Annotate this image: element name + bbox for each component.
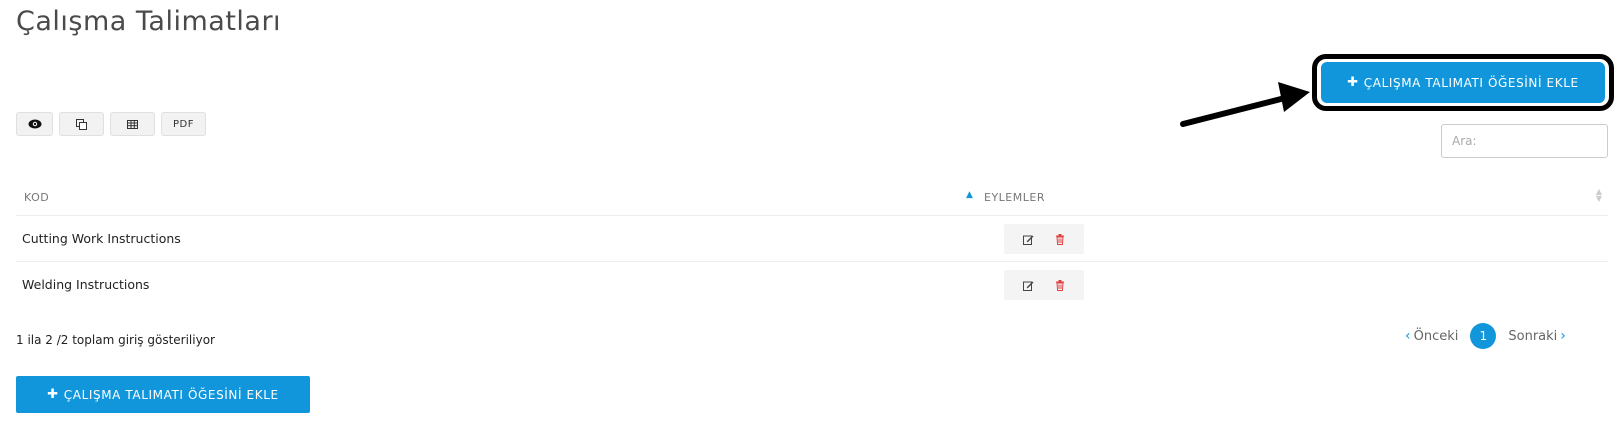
- add-button-label: ÇALIŞMA TALIMATI ÖĞESİNİ EKLE: [63, 387, 279, 402]
- plus-icon: ✚: [47, 387, 59, 402]
- column-visibility-button[interactable]: [16, 112, 53, 136]
- add-button-label: ÇALIŞMA TALIMATI ÖĞESİNİ EKLE: [1363, 75, 1579, 90]
- edit-icon[interactable]: [1018, 275, 1038, 295]
- cell-kod: Welding Instructions: [22, 277, 150, 292]
- chevron-left-icon: ‹: [1405, 328, 1411, 344]
- edit-icon[interactable]: [1018, 229, 1038, 249]
- sort-ascending-icon[interactable]: ▲: [966, 190, 973, 200]
- pagination-next-label: Sonraki: [1508, 328, 1558, 344]
- add-work-instruction-button-bottom[interactable]: ✚ ÇALIŞMA TALIMATI ÖĞESİNİ EKLE: [16, 376, 310, 413]
- column-header-eylemler[interactable]: EYLEMLER: [984, 191, 1045, 204]
- row-actions: [1004, 270, 1084, 300]
- table-csv-icon: [127, 119, 138, 129]
- copy-icon: [76, 118, 87, 130]
- table-row: Welding Instructions: [16, 262, 1608, 308]
- pagination: ‹ Önceki 1 Sonraki ›: [1405, 323, 1566, 349]
- plus-icon: ✚: [1347, 75, 1359, 90]
- table-info: 1 ila 2 /2 toplam giriş gösteriliyor: [16, 333, 215, 347]
- pagination-next[interactable]: Sonraki ›: [1508, 328, 1566, 344]
- chevron-right-icon: ›: [1560, 328, 1566, 344]
- trash-icon[interactable]: [1050, 229, 1070, 249]
- eye-icon: [28, 119, 41, 129]
- export-toolbar: PDF: [16, 112, 206, 136]
- search-input[interactable]: [1441, 124, 1608, 158]
- sort-both-icon[interactable]: ▲ ▼: [1596, 188, 1602, 203]
- copy-button[interactable]: [59, 112, 104, 136]
- work-instructions-table: KOD ▲ EYLEMLER ▲ ▼ Cutting Work Instructi…: [16, 178, 1608, 308]
- page-title: Çalışma Talimatları: [16, 6, 282, 37]
- pagination-previous-label: Önceki: [1413, 328, 1459, 344]
- pagination-page-current[interactable]: 1: [1470, 323, 1497, 349]
- add-work-instruction-button-top[interactable]: ✚ ÇALIŞMA TALIMATI ÖĞESİNİ EKLE: [1321, 62, 1605, 103]
- csv-export-button[interactable]: [110, 112, 155, 136]
- pdf-export-button[interactable]: PDF: [161, 112, 206, 136]
- pointer-arrow-icon: [1180, 82, 1310, 127]
- row-actions: [1004, 224, 1084, 254]
- column-header-kod[interactable]: KOD: [24, 191, 49, 204]
- table-header: KOD ▲ EYLEMLER ▲ ▼: [16, 178, 1608, 216]
- table-row: Cutting Work Instructions: [16, 216, 1608, 262]
- pagination-previous[interactable]: ‹ Önceki: [1405, 328, 1458, 344]
- cell-kod: Cutting Work Instructions: [22, 231, 181, 246]
- trash-icon[interactable]: [1050, 275, 1070, 295]
